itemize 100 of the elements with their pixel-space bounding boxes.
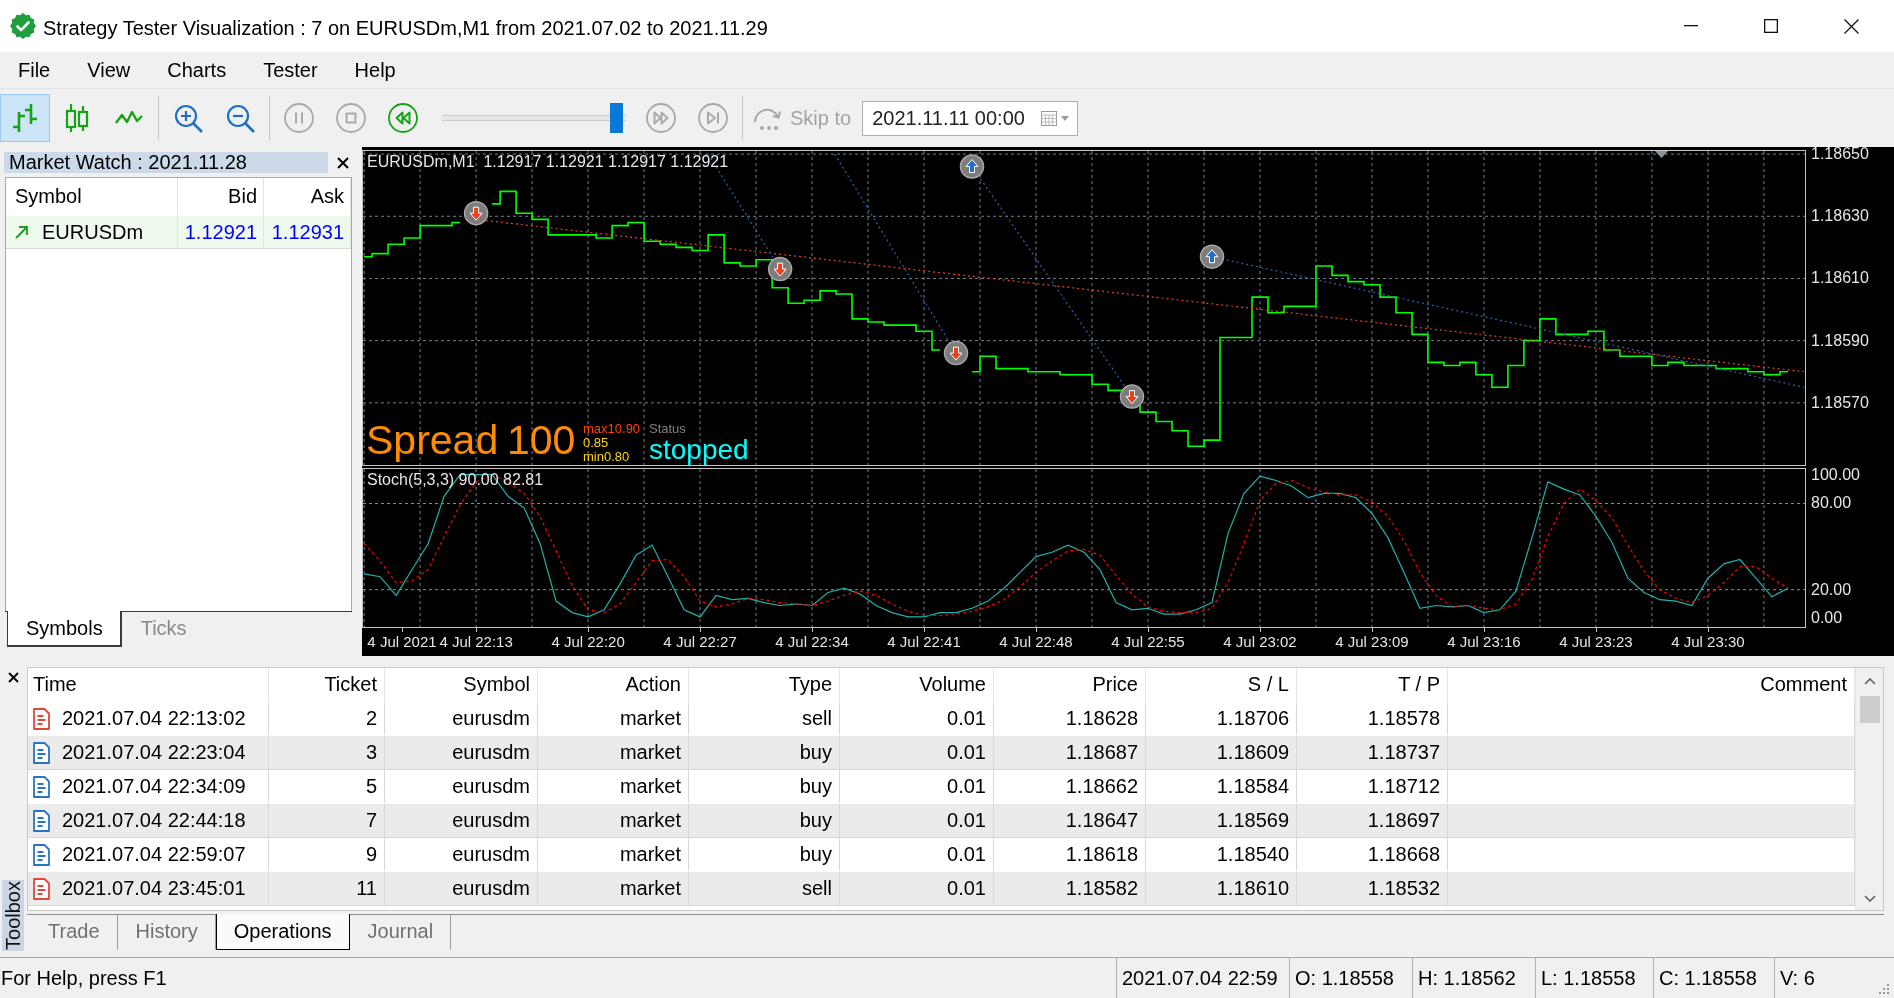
bar-chart-icon	[11, 104, 39, 132]
slider-thumb[interactable]	[609, 103, 623, 133]
ask-price: 1.12931	[271, 220, 344, 244]
table-cell: 2021.07.04 22:13:02	[62, 707, 246, 730]
table-cell: 0.01	[947, 809, 986, 832]
line-chart-icon	[115, 110, 143, 126]
panel-tab[interactable]: Trade	[30, 914, 118, 950]
scrollbar[interactable]	[1855, 668, 1883, 910]
table-cell: buy	[799, 809, 832, 832]
calendar-icon	[1041, 110, 1058, 126]
column-header[interactable]: Comment	[1760, 673, 1847, 696]
table-cell: 0.01	[947, 877, 986, 900]
table-cell: 11	[356, 877, 377, 900]
scrollbar-thumb[interactable]	[1859, 696, 1880, 723]
status-field: C: 1.18558	[1653, 958, 1774, 998]
table-cell: 2021.07.04 22:34:09	[62, 775, 246, 798]
rewind-icon	[388, 103, 418, 133]
time-axis-label: 4 Jul 23:16	[1447, 633, 1521, 650]
close-icon[interactable]	[337, 156, 349, 169]
down-arrow-marker-icon	[463, 200, 489, 226]
table-cell: 1.18584	[1216, 775, 1289, 798]
chart-title: EURUSDm,M1 1.12917 1.12921 1.12917 1.12921	[367, 153, 729, 171]
indicator-axis-label: 0.00	[1811, 610, 1843, 627]
up-arrow-marker-icon	[959, 154, 985, 179]
time-axis-label: 4 Jul 23:09	[1335, 633, 1409, 650]
column-header[interactable]: Price	[1092, 673, 1138, 696]
column-header[interactable]: Bid	[228, 185, 257, 208]
chart-text-label: min0.80	[583, 450, 630, 463]
price-axis-label: 1.18570	[1811, 394, 1869, 411]
chart-text-label: Status	[649, 422, 686, 435]
caret-down-icon[interactable]	[1863, 895, 1876, 902]
table-cell: market	[619, 741, 681, 764]
document-icon	[33, 843, 50, 866]
column-header[interactable]: Ticket	[324, 673, 377, 696]
table-cell: 1.18697	[1367, 809, 1440, 832]
table-cell: 2	[365, 707, 377, 730]
panel-tab[interactable]: Symbols	[7, 611, 122, 647]
skip-end-icon	[698, 103, 728, 133]
table-cell: market	[619, 775, 681, 798]
menu-item[interactable]: Charts	[149, 52, 246, 88]
indicator-axis-label: 20.00	[1811, 581, 1852, 598]
close-icon	[1843, 18, 1859, 34]
table-cell: 2021.07.04 22:44:18	[62, 809, 246, 832]
table-cell: market	[619, 877, 681, 900]
zoom-out-icon	[225, 103, 255, 133]
column-header[interactable]: T / P	[1398, 673, 1440, 696]
table-cell: 1.18647	[1065, 809, 1138, 832]
status-field: L: 1.18558	[1535, 958, 1653, 998]
maximize-icon	[1764, 19, 1778, 33]
column-header[interactable]: Type	[788, 673, 832, 696]
column-header[interactable]: Symbol	[463, 673, 530, 696]
table-cell: eurusdm	[452, 877, 530, 900]
table-cell: 1.18532	[1367, 877, 1440, 900]
menu-item[interactable]: Tester	[245, 52, 337, 88]
table-cell: eurusdm	[452, 741, 530, 764]
chart-mode-button[interactable]	[0, 94, 50, 142]
candlestick-chart-icon	[65, 104, 89, 132]
triangle-marker-icon[interactable]	[1655, 151, 1668, 158]
down-arrow-marker-icon	[943, 340, 969, 366]
column-header[interactable]: Ask	[310, 185, 344, 208]
column-header[interactable]: Action	[625, 673, 681, 696]
time-axis-label: 4 Jul 23:02	[1223, 633, 1297, 650]
panel-tab[interactable]: Journal	[349, 914, 452, 950]
table-cell: 1.18706	[1216, 707, 1289, 730]
table-cell: 1.18582	[1065, 877, 1138, 900]
menu-item[interactable]: Help	[336, 52, 415, 88]
badge-check-icon	[10, 13, 36, 39]
table-cell: eurusdm	[452, 809, 530, 832]
time-axis-label: 4 Jul 22:20	[551, 633, 625, 650]
table-cell: 1.18662	[1065, 775, 1138, 798]
panel-tab[interactable]: History	[117, 914, 216, 950]
column-header[interactable]: Symbol	[15, 185, 82, 208]
symbol-name[interactable]: EURUSDm	[42, 220, 144, 244]
column-header[interactable]: Volume	[919, 673, 986, 696]
caret-up-icon[interactable]	[1863, 678, 1876, 685]
column-header[interactable]: S / L	[1247, 673, 1289, 696]
pause-icon	[284, 103, 314, 133]
panel-tab[interactable]: Operations	[215, 914, 350, 950]
table-cell: 2021.07.04 22:59:07	[62, 843, 246, 866]
document-icon	[33, 775, 50, 798]
chart-text-label: stopped	[649, 436, 749, 464]
price-axis-label: 1.18610	[1811, 270, 1869, 287]
time-axis-label: 4 Jul 22:13	[439, 633, 513, 650]
table-cell: market	[619, 843, 681, 866]
menu-item[interactable]: View	[69, 52, 150, 88]
close-icon[interactable]	[7, 672, 19, 683]
table-cell: eurusdm	[452, 843, 530, 866]
time-axis-label: 4 Jul 22:41	[887, 633, 961, 650]
menu-item[interactable]: File	[0, 52, 70, 88]
table-cell: 1.18540	[1216, 843, 1289, 866]
document-icon	[33, 809, 50, 832]
table-cell: buy	[799, 775, 832, 798]
table-cell: 1.18578	[1367, 707, 1440, 730]
resize-grip-icon[interactable]	[1878, 983, 1890, 995]
table-cell: eurusdm	[452, 775, 530, 798]
table-cell: market	[619, 707, 681, 730]
status-field: H: 1.18562	[1412, 958, 1535, 998]
panel-title: Market Watch : 2021.11.28	[4, 152, 328, 173]
table-cell: 1.18668	[1367, 843, 1440, 866]
column-header[interactable]: Time	[33, 673, 77, 696]
